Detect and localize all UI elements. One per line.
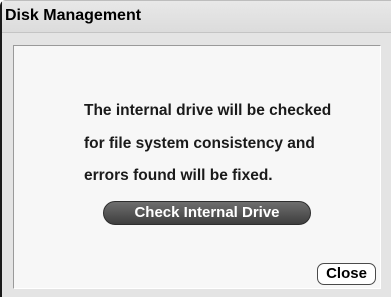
close-button[interactable]: Close: [317, 263, 376, 285]
message-line-2: for file system consistency and: [84, 135, 315, 152]
dialog-panel: The internal drive will be checked for f…: [13, 45, 381, 289]
message-line-1: The internal drive will be checked: [84, 102, 332, 119]
title-bar: Disk Management: [2, 1, 391, 33]
disk-management-window: Disk Management The internal drive will …: [0, 0, 391, 297]
window-title: Disk Management: [5, 7, 142, 24]
check-internal-drive-button[interactable]: Check Internal Drive: [103, 201, 311, 225]
message-line-3: errors found will be fixed.: [84, 167, 273, 184]
